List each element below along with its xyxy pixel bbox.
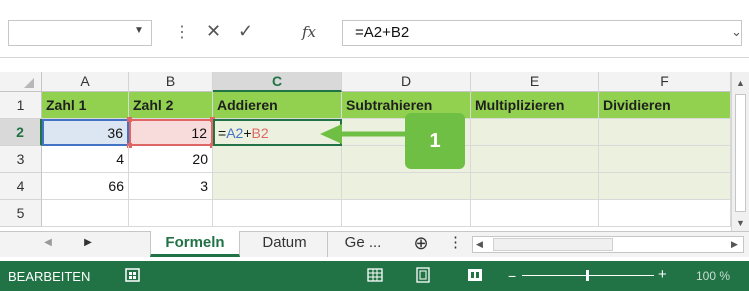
cell-e1[interactable]: Multiplizieren	[471, 92, 599, 119]
cell-a5[interactable]	[42, 200, 129, 227]
scroll-down-icon[interactable]: ▼	[736, 218, 745, 228]
cell-e2[interactable]	[471, 119, 599, 146]
name-box-dropdown-icon[interactable]: ▼	[134, 25, 144, 36]
column-header-d[interactable]: D	[342, 72, 471, 92]
cell-f2[interactable]	[599, 119, 731, 146]
formula-equals: =	[218, 125, 227, 141]
sheet-nav-left-icon[interactable]: ◀	[38, 231, 58, 257]
more-sheets-icon[interactable]: ⋮	[448, 231, 463, 257]
page-break-preview-icon[interactable]	[466, 266, 484, 284]
vertical-scrollbar[interactable]: ▲ ▼	[731, 72, 749, 232]
sheet-tab-ge[interactable]: Ge ...	[334, 231, 392, 257]
name-box[interactable]	[8, 20, 152, 46]
cell-e4[interactable]	[471, 173, 599, 200]
select-all-triangle-icon	[24, 78, 34, 88]
formula-ref-a2: A2	[226, 125, 244, 141]
zoom-slider-thumb[interactable]	[586, 270, 589, 281]
cell-d5[interactable]	[342, 200, 471, 227]
b2-handle-icon	[127, 117, 132, 122]
hscroll-thumb[interactable]	[493, 238, 613, 251]
cell-a2[interactable]: 36	[42, 119, 129, 146]
hscroll-left-icon[interactable]: ◀	[476, 239, 483, 250]
row-header-1[interactable]: 1	[0, 92, 42, 119]
row-header-4[interactable]: 4	[0, 173, 42, 200]
cell-a3[interactable]: 4	[42, 146, 129, 173]
cell-b5[interactable]	[129, 200, 213, 227]
enter-icon[interactable]: ✓	[238, 21, 253, 42]
macro-recording-icon[interactable]	[124, 266, 142, 284]
sheet-tab-datum[interactable]: Datum	[242, 231, 328, 257]
scroll-thumb[interactable]	[735, 94, 746, 212]
cell-f3[interactable]	[599, 146, 731, 173]
formula-ref-b2: B2	[251, 125, 269, 141]
callout-arrow-icon	[320, 124, 408, 144]
scroll-up-icon[interactable]: ▲	[736, 78, 745, 88]
cancel-icon[interactable]: ✕	[206, 21, 221, 42]
page-layout-icon[interactable]	[414, 266, 432, 284]
column-header-b[interactable]: B	[129, 72, 213, 92]
cell-e5[interactable]	[471, 200, 599, 227]
column-header-c[interactable]: C	[213, 72, 342, 92]
cell-f4[interactable]	[599, 173, 731, 200]
zoom-out-icon[interactable]: −	[508, 268, 516, 284]
cell-b4[interactable]: 3	[129, 173, 213, 200]
sheet-nav-right-icon[interactable]: ▶	[78, 231, 98, 257]
cell-a1[interactable]: Zahl 1	[42, 92, 129, 119]
horizontal-scrollbar[interactable]: ◀ ▶	[472, 236, 744, 253]
cell-c5[interactable]	[213, 200, 342, 227]
cell-c3[interactable]	[213, 146, 342, 173]
formula-plus: +	[243, 125, 252, 141]
insert-function-icon[interactable]: fx	[302, 23, 316, 41]
row-header-3[interactable]: 3	[0, 146, 42, 173]
cell-c1[interactable]: Addieren	[213, 92, 342, 119]
zoom-in-icon[interactable]: +	[658, 266, 667, 284]
column-header-f[interactable]: F	[599, 72, 731, 92]
hscroll-right-icon[interactable]: ▶	[731, 239, 738, 250]
cell-b3[interactable]: 20	[129, 146, 213, 173]
column-header-e[interactable]: E	[471, 72, 599, 92]
expand-formula-bar-icon[interactable]: ⌄	[731, 24, 742, 40]
cell-c4[interactable]	[213, 173, 342, 200]
row-header-5[interactable]: 5	[0, 200, 42, 227]
cell-b1[interactable]: Zahl 2	[129, 92, 213, 119]
normal-view-icon[interactable]	[366, 266, 384, 284]
column-header-a[interactable]: A	[42, 72, 129, 92]
step-callout-badge: 1	[405, 113, 465, 169]
formula-input[interactable]: =A2+B2	[342, 20, 742, 46]
zoom-level[interactable]: 100 %	[696, 268, 730, 284]
status-mode: BEARBEITEN	[8, 269, 91, 284]
cell-d4[interactable]	[342, 173, 471, 200]
cell-e3[interactable]	[471, 146, 599, 173]
formula-bar-separator-icon: ⋮	[174, 24, 190, 41]
select-all-button[interactable]	[0, 72, 42, 92]
add-sheet-icon[interactable]: ⊕	[410, 231, 432, 257]
cell-f5[interactable]	[599, 200, 731, 227]
cell-f1[interactable]: Dividieren	[599, 92, 731, 119]
sheet-tab-formeln[interactable]: Formeln	[150, 231, 240, 257]
cell-a4[interactable]: 66	[42, 173, 129, 200]
row-header-2[interactable]: 2	[0, 119, 42, 146]
cell-b2[interactable]: 12	[129, 119, 213, 146]
